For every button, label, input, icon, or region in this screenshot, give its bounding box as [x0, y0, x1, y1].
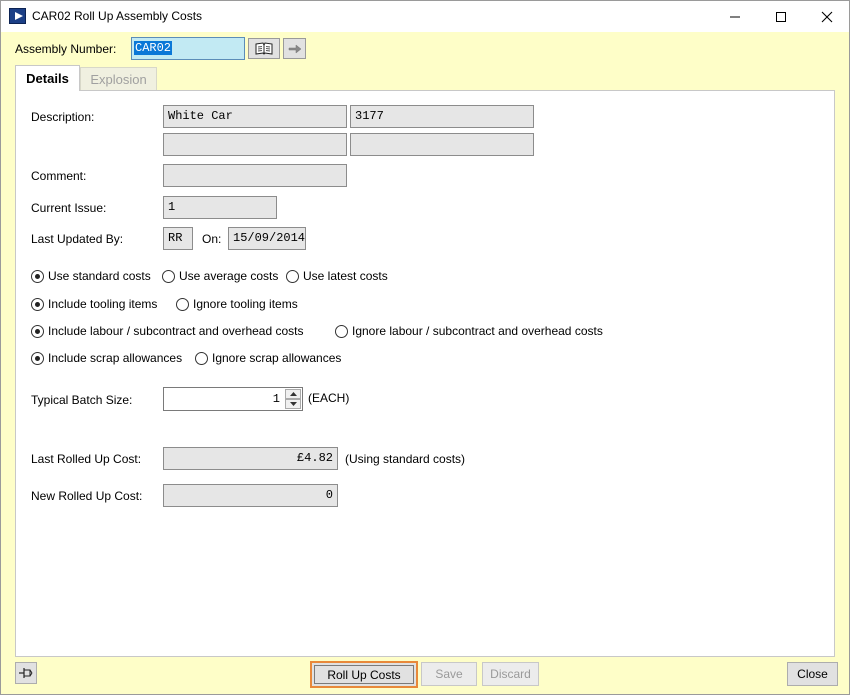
- batch-unit-label: (EACH): [308, 391, 350, 405]
- radio-use-average-costs[interactable]: Use average costs: [162, 269, 278, 283]
- radio-include-scrap[interactable]: Include scrap allowances: [31, 351, 182, 365]
- current-issue-label: Current Issue:: [31, 201, 107, 215]
- radio-label: Ignore tooling items: [193, 297, 298, 311]
- window-title: CAR02 Roll Up Assembly Costs: [32, 9, 203, 23]
- chevron-up-icon: [289, 392, 297, 396]
- pin-icon: [19, 668, 33, 678]
- save-button[interactable]: Save: [421, 662, 477, 686]
- radio-unselected-icon: [176, 297, 189, 311]
- comment-label: Comment:: [31, 169, 87, 183]
- description-field-1[interactable]: White Car: [163, 105, 347, 128]
- radio-include-labour[interactable]: Include labour / subcontract and overhea…: [31, 324, 304, 338]
- radio-selected-icon: [31, 269, 44, 283]
- close-button[interactable]: Close: [787, 662, 838, 686]
- radio-label: Include scrap allowances: [48, 351, 183, 365]
- last-updated-on-field[interactable]: 15/09/2014: [228, 227, 306, 250]
- maximize-icon: [776, 11, 786, 22]
- goto-button[interactable]: [283, 38, 306, 59]
- description-field-3[interactable]: [163, 133, 347, 156]
- radio-unselected-icon: [335, 324, 348, 338]
- minimize-icon: [730, 16, 740, 17]
- new-rolled-up-cost-field: 0: [163, 484, 338, 507]
- radio-selected-icon: [31, 351, 44, 365]
- radio-unselected-icon: [286, 269, 299, 283]
- roll-up-costs-label: Roll Up Costs: [327, 667, 401, 682]
- batch-size-stepper[interactable]: 1: [163, 387, 303, 411]
- assembly-number-label: Assembly Number:: [15, 42, 117, 56]
- last-updated-by-field[interactable]: RR: [163, 227, 193, 250]
- description-label: Description:: [31, 110, 95, 124]
- arrow-right-icon: [288, 43, 301, 54]
- last-rolled-up-cost-label: Last Rolled Up Cost:: [31, 452, 142, 466]
- radio-label: Use latest costs: [303, 269, 388, 283]
- last-cost-note: (Using standard costs): [345, 452, 466, 466]
- assembly-number-value: CAR02: [134, 41, 173, 55]
- play-icon: [9, 8, 26, 24]
- maximize-button[interactable]: [758, 1, 804, 32]
- close-label: Close: [797, 667, 828, 681]
- details-panel: [15, 90, 835, 657]
- last-updated-label: Last Updated By:: [31, 232, 124, 246]
- discard-label: Discard: [490, 667, 531, 681]
- close-icon: [821, 11, 833, 22]
- comment-field[interactable]: [163, 164, 347, 187]
- assembly-number-input[interactable]: CAR02: [131, 37, 245, 60]
- radio-include-tooling[interactable]: Include tooling items: [31, 297, 157, 311]
- discard-button[interactable]: Discard: [482, 662, 539, 686]
- last-rolled-up-cost-field: £4.82: [163, 447, 338, 470]
- lookup-button[interactable]: [248, 38, 280, 59]
- minimize-button[interactable]: [712, 1, 758, 32]
- radio-selected-icon: [31, 324, 44, 338]
- batch-size-label: Typical Batch Size:: [31, 393, 133, 407]
- radio-unselected-icon: [162, 269, 175, 283]
- tab-explosion[interactable]: Explosion: [80, 67, 157, 90]
- radio-ignore-scrap[interactable]: Ignore scrap allowances: [195, 351, 341, 365]
- pin-button[interactable]: [15, 662, 37, 684]
- close-window-button[interactable]: [804, 1, 850, 32]
- save-label: Save: [435, 667, 463, 681]
- radio-ignore-tooling[interactable]: Ignore tooling items: [176, 297, 298, 311]
- new-rolled-up-cost-label: New Rolled Up Cost:: [31, 489, 143, 503]
- description-field-4[interactable]: [350, 133, 534, 156]
- radio-unselected-icon: [195, 351, 208, 365]
- radio-label: Use standard costs: [48, 269, 151, 283]
- radio-label: Ignore scrap allowances: [212, 351, 342, 365]
- radio-label: Include labour / subcontract and overhea…: [48, 324, 304, 338]
- radio-label: Use average costs: [179, 269, 279, 283]
- radio-ignore-labour[interactable]: Ignore labour / subcontract and overhead…: [335, 324, 603, 338]
- batch-size-value: 1: [272, 392, 280, 406]
- book-icon: [255, 42, 273, 55]
- stepper-up-button[interactable]: [285, 389, 301, 399]
- chevron-down-icon: [289, 402, 297, 406]
- description-field-2[interactable]: 3177: [350, 105, 534, 128]
- radio-selected-icon: [31, 297, 44, 311]
- radio-label: Ignore labour / subcontract and overhead…: [352, 324, 603, 338]
- radio-label: Include tooling items: [48, 297, 158, 311]
- radio-use-latest-costs[interactable]: Use latest costs: [286, 269, 388, 283]
- on-label: On:: [202, 232, 222, 246]
- stepper-down-button[interactable]: [285, 399, 301, 409]
- current-issue-field[interactable]: 1: [163, 196, 277, 219]
- window: CAR02 Roll Up Assembly Costs Assembly Nu…: [0, 0, 850, 695]
- tab-details[interactable]: Details: [15, 65, 80, 91]
- title-bar[interactable]: CAR02 Roll Up Assembly Costs: [1, 1, 849, 32]
- radio-use-standard-costs[interactable]: Use standard costs: [31, 269, 151, 283]
- roll-up-costs-button[interactable]: Roll Up Costs: [310, 661, 418, 688]
